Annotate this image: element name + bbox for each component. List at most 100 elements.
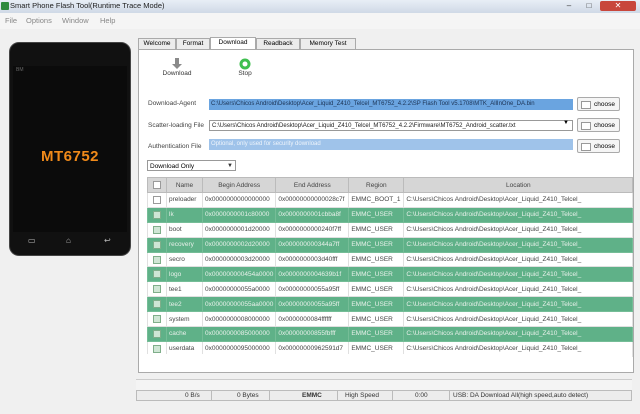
end-address-cell: 0x0000000004639b1f bbox=[275, 266, 350, 283]
maximize-button[interactable]: □ bbox=[580, 1, 598, 11]
scatter-file-select[interactable]: C:\Users\Chicos Android\Desktop\Acer_Liq… bbox=[209, 120, 573, 131]
row-checkbox[interactable] bbox=[147, 266, 167, 283]
tab-memory-test[interactable]: Memory Test bbox=[300, 38, 356, 49]
select-all-checkbox[interactable] bbox=[147, 177, 167, 193]
choose-label: choose bbox=[594, 143, 615, 150]
bytes-status: 0 Bytes bbox=[237, 392, 259, 399]
folder-icon bbox=[581, 122, 591, 130]
download-agent-field[interactable]: C:\Users\Chicos Android\Desktop\Acer_Liq… bbox=[209, 99, 573, 110]
table-row[interactable]: secro 0x0000000003d20000 0x0000000003d40ff… bbox=[147, 251, 634, 268]
partition-table: Name Begin Address End Address Region Lo… bbox=[147, 177, 634, 357]
column-header[interactable]: End Address bbox=[275, 177, 350, 193]
checkbox[interactable] bbox=[153, 210, 161, 219]
row-checkbox[interactable] bbox=[147, 221, 167, 238]
scatter-choose-button[interactable]: choose bbox=[577, 118, 620, 132]
end-address-cell: 0x0000000001cbba8f bbox=[275, 206, 350, 223]
location-cell[interactable]: C:\Users\Chicos Android\Desktop\Acer_Liq… bbox=[403, 281, 634, 298]
phone-brand: BM bbox=[16, 67, 24, 73]
location-cell[interactable]: C:\Users\Chicos Android\Desktop\Acer_Liq… bbox=[403, 326, 634, 342]
row-checkbox[interactable] bbox=[147, 311, 167, 328]
table-row[interactable]: preloader 0x0000000000000000 0x00000000000… bbox=[147, 192, 634, 208]
divider bbox=[337, 391, 338, 401]
tab-readback[interactable]: Readback bbox=[256, 38, 300, 49]
checkbox[interactable] bbox=[153, 329, 161, 338]
chevron-down-icon: ▼ bbox=[227, 163, 233, 169]
download-mode-select[interactable]: Download Only ▼ bbox=[147, 160, 236, 171]
location-cell[interactable]: C:\Users\Chicos Android\Desktop\Acer_Liq… bbox=[403, 206, 634, 223]
location-cell[interactable]: C:\Users\Chicos Android\Desktop\Acer_Liq… bbox=[403, 266, 634, 283]
row-checkbox[interactable] bbox=[147, 326, 167, 342]
tab-welcome[interactable]: Welcome bbox=[138, 38, 176, 49]
checkbox[interactable] bbox=[153, 240, 161, 249]
begin-address-cell: 0x0000000003d20000 bbox=[201, 251, 277, 268]
close-button[interactable]: ✕ bbox=[600, 1, 636, 11]
location-cell[interactable]: C:\Users\Chicos Android\Desktop\Acer_Liq… bbox=[403, 296, 634, 313]
checkbox[interactable] bbox=[153, 285, 161, 294]
region-cell: EMMC_USER bbox=[348, 311, 405, 328]
column-header[interactable]: Begin Address bbox=[201, 177, 277, 193]
divider bbox=[269, 391, 270, 401]
download-button[interactable]: Download bbox=[160, 58, 194, 77]
checkbox[interactable] bbox=[153, 195, 161, 204]
region-cell: EMMC_BOOT_1 bbox=[348, 192, 405, 208]
partition-name-cell: logo bbox=[166, 266, 203, 283]
scatter-label: Scatter-loading File bbox=[148, 122, 204, 129]
menu-help[interactable]: Help bbox=[100, 16, 115, 25]
partition-name-cell: boot bbox=[166, 221, 203, 238]
phone-home-icon: ⌂ bbox=[66, 236, 71, 245]
end-address-cell: 0x000000000344a7ff bbox=[275, 236, 350, 253]
begin-address-cell: 0x0000000085000000 bbox=[201, 326, 277, 342]
row-checkbox[interactable] bbox=[147, 192, 167, 208]
download-agent-choose-button[interactable]: choose bbox=[577, 97, 620, 111]
checkbox[interactable] bbox=[153, 270, 161, 279]
auth-choose-button[interactable]: choose bbox=[577, 139, 620, 153]
checkbox[interactable] bbox=[153, 255, 161, 264]
status-bar: 0 B/s 0 Bytes EMMC High Speed 0:00 USB: … bbox=[136, 390, 632, 401]
checkbox[interactable] bbox=[153, 315, 161, 324]
location-cell[interactable]: C:\Users\Chicos Android\Desktop\Acer_Liq… bbox=[403, 221, 634, 238]
message-status: USB: DA Download All(high speed,auto det… bbox=[453, 392, 589, 399]
table-row[interactable]: cache 0x0000000085000000 0x00000000855fbff… bbox=[147, 326, 634, 342]
begin-address-cell: 0x0000000001d20000 bbox=[201, 221, 277, 238]
checkbox[interactable] bbox=[153, 344, 161, 353]
region-cell: EMMC_USER bbox=[348, 266, 405, 283]
partition-name-cell: cache bbox=[166, 326, 203, 342]
choose-label: choose bbox=[594, 101, 615, 108]
menu-window[interactable]: Window bbox=[62, 16, 89, 25]
column-header[interactable]: Region bbox=[348, 177, 405, 193]
column-header[interactable]: Name bbox=[166, 177, 203, 193]
table-row[interactable]: system 0x0000000008000000 0x0000000084ffff… bbox=[147, 311, 634, 328]
checkbox[interactable] bbox=[153, 225, 161, 234]
auth-label: Authentication File bbox=[148, 143, 202, 150]
row-checkbox[interactable] bbox=[147, 281, 167, 298]
location-cell[interactable]: C:\Users\Chicos Android\Desktop\Acer_Liq… bbox=[403, 192, 634, 208]
minimize-button[interactable]: – bbox=[560, 1, 578, 11]
column-header[interactable]: Location bbox=[403, 177, 634, 193]
row-checkbox[interactable] bbox=[147, 296, 167, 313]
auth-file-field[interactable]: Optional, only used for security downloa… bbox=[209, 139, 573, 150]
table-row[interactable]: boot 0x0000000001d20000 0x0000000000240f7f… bbox=[147, 221, 634, 238]
table-row[interactable]: tee1 0x00000000055a0000 0x00000000055a95ff… bbox=[147, 281, 634, 298]
table-row[interactable]: recovery 0x0000000002d20000 0x000000000344… bbox=[147, 236, 634, 253]
scatter-dropdown-arrow-icon[interactable]: ▼ bbox=[563, 120, 569, 126]
begin-address-cell: 0x0000000002d20000 bbox=[201, 236, 277, 253]
stop-button[interactable]: Stop bbox=[232, 58, 258, 77]
row-checkbox[interactable] bbox=[147, 251, 167, 268]
begin-address-cell: 0x0000000008000000 bbox=[201, 311, 277, 328]
menu-file[interactable]: File bbox=[5, 16, 17, 25]
table-row[interactable]: lk 0x0000000001c80000 0x0000000001cbba8f EM… bbox=[147, 206, 634, 223]
table-row[interactable]: tee2 0x00000000055aa0000 0x00000000055a95f… bbox=[147, 296, 634, 313]
checkbox[interactable] bbox=[153, 300, 161, 309]
location-cell[interactable]: C:\Users\Chicos Android\Desktop\Acer_Liq… bbox=[403, 311, 634, 328]
stop-label: Stop bbox=[238, 70, 252, 77]
row-checkbox[interactable] bbox=[147, 206, 167, 223]
row-checkbox[interactable] bbox=[147, 236, 167, 253]
tab-format[interactable]: Format bbox=[176, 38, 210, 49]
begin-address-cell: 0x0000000001c80000 bbox=[201, 206, 277, 223]
location-cell[interactable]: C:\Users\Chicos Android\Desktop\Acer_Liq… bbox=[403, 236, 634, 253]
menu-options[interactable]: Options bbox=[26, 16, 52, 25]
table-row[interactable]: logo 0x000000000454a0000 0x0000000004639b1… bbox=[147, 266, 634, 283]
region-cell: EMMC_USER bbox=[348, 206, 405, 223]
location-cell[interactable]: C:\Users\Chicos Android\Desktop\Acer_Liq… bbox=[403, 251, 634, 268]
divider bbox=[392, 391, 393, 401]
